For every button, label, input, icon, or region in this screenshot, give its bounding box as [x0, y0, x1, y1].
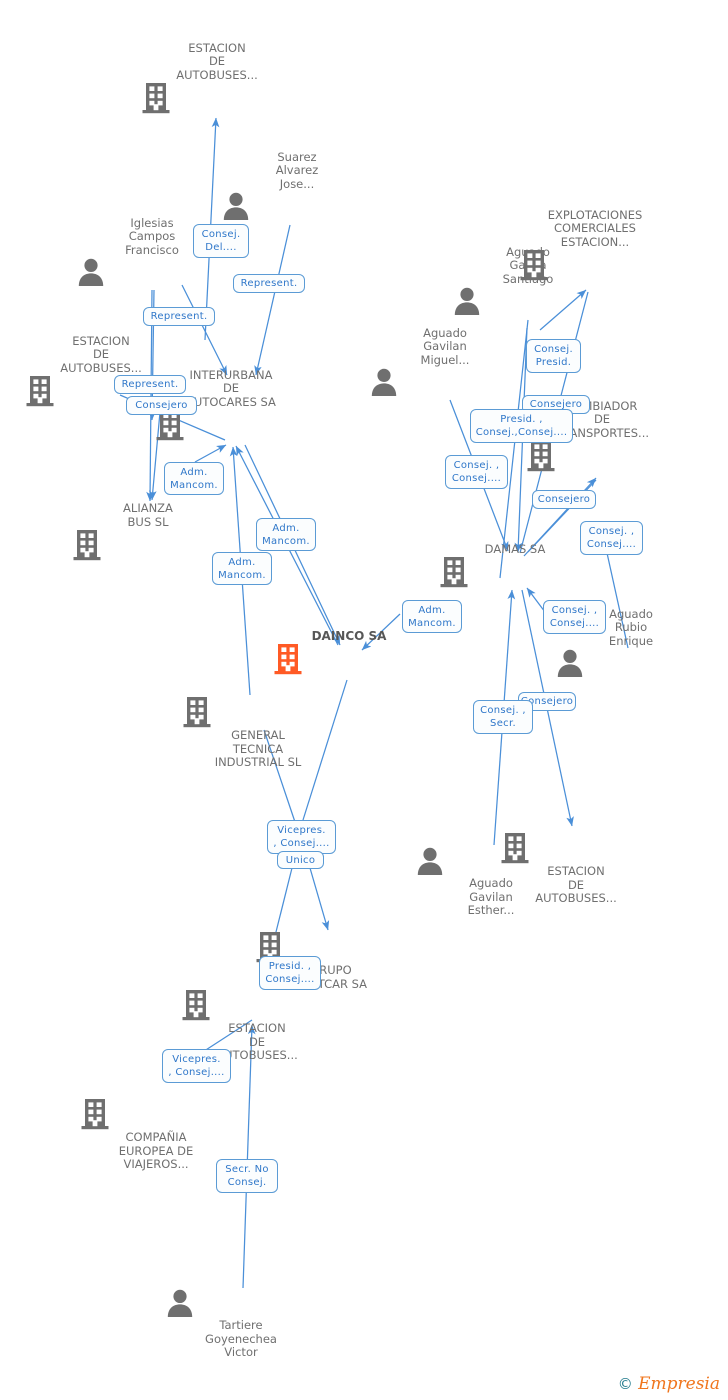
- node-label: DAINCO SA: [311, 628, 387, 643]
- building-icon-wrap[interactable]: [142, 82, 292, 114]
- graph-node-company-n11[interactable]: COMPAÑIA EUROPEA DE VIAJEROS...: [81, 1098, 231, 1172]
- building-icon: [73, 530, 101, 561]
- building-icon: [81, 1099, 109, 1130]
- person-icon: [417, 847, 443, 875]
- graph-edge: [194, 444, 227, 463]
- graph-node-company-n20[interactable]: ESTACION DE AUTOBUSES...: [501, 832, 651, 906]
- building-icon: [501, 833, 529, 864]
- graph-node-company-n1[interactable]: ESTACION DE AUTOBUSES...: [142, 40, 292, 115]
- node-label: ALIANZA BUS SL: [123, 501, 173, 529]
- building-icon-wrap[interactable]: [527, 440, 677, 472]
- node-label: Tartiere Goyenechea Victor: [205, 1318, 277, 1359]
- relation-chip-c23[interactable]: Consej. , Secr.: [473, 700, 533, 734]
- node-label: COMPAÑIA EUROPEA DE VIAJEROS...: [118, 1130, 194, 1171]
- empresia-watermark: © Empresia: [618, 1374, 720, 1394]
- graph-node-company-n17[interactable]: DAMAS SA: [440, 541, 590, 589]
- node-label: ESTACION DE AUTOBUSES...: [60, 333, 142, 375]
- person-icon-wrap[interactable]: [556, 648, 706, 678]
- person-icon-wrap[interactable]: [370, 367, 520, 397]
- graph-edge: [254, 224, 291, 376]
- relation-chip-c19[interactable]: Consejero: [532, 490, 596, 509]
- building-icon-wrap[interactable]: [73, 529, 223, 561]
- building-icon: [527, 441, 555, 472]
- building-icon: [182, 990, 210, 1021]
- building-icon-wrap[interactable]: [501, 832, 651, 864]
- node-label: GENERAL TECNICA INDUSTRIAL SL: [214, 728, 302, 769]
- graph-edge: [181, 284, 228, 376]
- building-icon-wrap[interactable]: [183, 696, 333, 728]
- node-label: Suarez Alvarez Jose...: [275, 149, 319, 191]
- node-label: ESTACION DE AUTOBUSES...: [176, 40, 258, 82]
- node-label: DAMAS SA: [484, 541, 546, 556]
- relation-chip-c13[interactable]: Vicepres. , Consej....: [162, 1049, 231, 1083]
- graph-node-company-n8[interactable]: GENERAL TECNICA INDUSTRIAL SL: [183, 696, 333, 770]
- graph-node-person-n12[interactable]: Tartiere Goyenechea Victor: [166, 1288, 316, 1360]
- node-label: Aguado Gavilan Miguel...: [420, 325, 470, 367]
- person-icon: [371, 368, 397, 396]
- watermark-brand: Empresia: [638, 1374, 720, 1394]
- graph-node-company-n7[interactable]: DAINCO SA: [274, 628, 424, 676]
- person-icon: [167, 1289, 193, 1317]
- building-icon: [183, 697, 211, 728]
- graph-edge: [309, 867, 330, 931]
- copyright-icon: ©: [617, 1375, 633, 1393]
- graph-edge: [242, 1024, 256, 1289]
- building-icon-wrap[interactable]: [274, 643, 424, 675]
- relation-chip-c20[interactable]: Consej. , Consej....: [580, 521, 643, 555]
- relation-chip-c12[interactable]: Presid. , Consej....: [259, 956, 321, 990]
- building-icon: [440, 557, 468, 588]
- person-icon: [78, 258, 104, 286]
- person-icon-wrap[interactable]: [77, 257, 227, 287]
- person-icon-wrap[interactable]: [222, 191, 372, 221]
- person-icon: [557, 649, 583, 677]
- relation-chip-c2[interactable]: Represent.: [233, 274, 305, 293]
- relation-chip-c7[interactable]: Adm. Mancom.: [256, 518, 316, 551]
- relation-chip-c17[interactable]: Presid. , Consej.,Consej....: [470, 409, 573, 443]
- relation-chip-c10[interactable]: Vicepres. , Consej....: [267, 820, 336, 854]
- building-icon: [520, 250, 548, 281]
- building-icon: [142, 83, 170, 114]
- relation-chip-c5[interactable]: Consejero: [126, 396, 197, 415]
- building-icon-wrap[interactable]: [182, 989, 332, 1021]
- relation-chip-c15[interactable]: Consej. Presid.: [526, 339, 581, 373]
- relation-chip-c9[interactable]: Adm. Mancom.: [402, 600, 462, 633]
- relation-chip-c4[interactable]: Represent.: [114, 375, 186, 394]
- node-label: ESTACION DE AUTOBUSES...: [535, 864, 617, 905]
- relation-chip-c21[interactable]: Consej. , Consej....: [543, 600, 606, 634]
- building-icon: [26, 376, 54, 407]
- node-label: EXPLOTACIONES COMERCIALES ESTACION...: [547, 207, 643, 249]
- person-icon-wrap[interactable]: [453, 286, 603, 316]
- building-icon-wrap[interactable]: [520, 249, 670, 281]
- building-icon: [274, 644, 302, 675]
- graph-node-company-n14[interactable]: EXPLOTACIONES COMERCIALES ESTACION...: [520, 207, 670, 282]
- building-icon-wrap[interactable]: [440, 556, 590, 588]
- graph-node-company-n6[interactable]: ALIANZA BUS SL: [73, 501, 223, 561]
- graph-node-person-n2[interactable]: Suarez Alvarez Jose...: [222, 149, 372, 222]
- person-icon-wrap[interactable]: [166, 1288, 316, 1318]
- relation-chip-c1[interactable]: Consej. Del....: [193, 224, 249, 258]
- relation-chip-c11[interactable]: Unico: [277, 851, 324, 869]
- graph-node-person-n15[interactable]: Aguado Gavilan Miguel...: [370, 325, 520, 398]
- relation-chip-c18[interactable]: Consej. , Consej....: [445, 455, 508, 489]
- relation-chip-c3[interactable]: Represent.: [143, 307, 215, 326]
- relation-chip-c14[interactable]: Secr. No Consej.: [216, 1159, 278, 1193]
- relation-chip-c6[interactable]: Adm. Mancom.: [164, 462, 224, 495]
- relationship-graph-canvas: ESTACION DE AUTOBUSES... Suarez Alvarez J…: [0, 0, 728, 1400]
- relation-chip-c8[interactable]: Adm. Mancom.: [212, 552, 272, 585]
- person-icon: [454, 287, 480, 315]
- building-icon-wrap[interactable]: [81, 1098, 231, 1130]
